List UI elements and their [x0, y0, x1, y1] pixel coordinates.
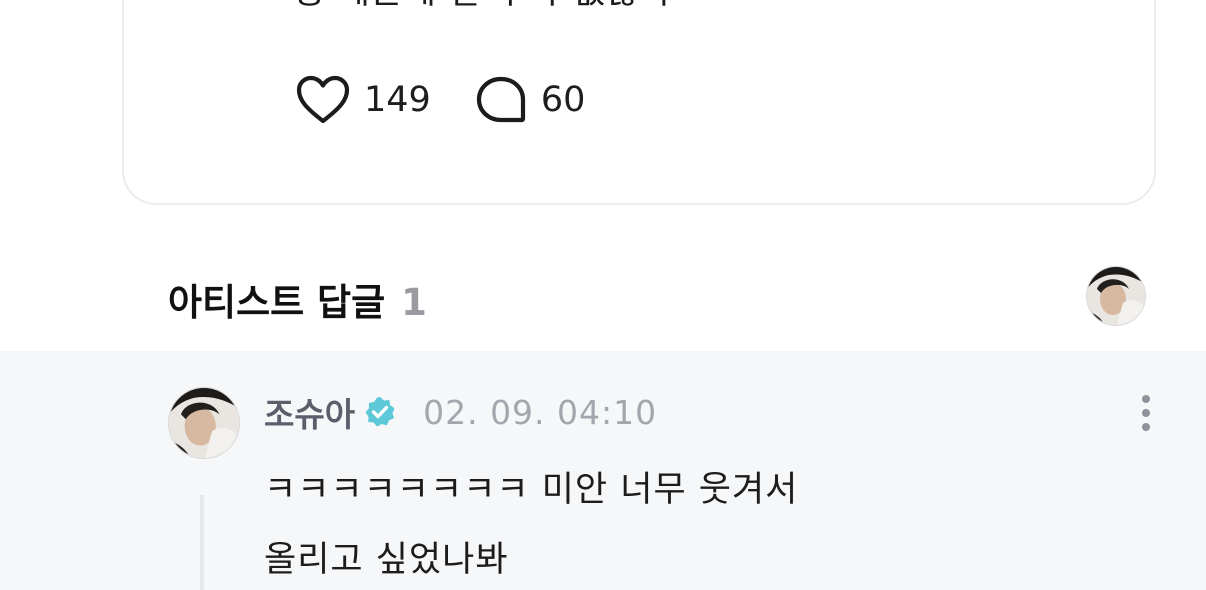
speech-bubble-icon	[476, 76, 525, 123]
post-text: 형 때문에 잘 수가 없잖아 ㅋㅋㅋㅋㅋ	[292, 0, 851, 18]
more-dot	[1142, 409, 1150, 417]
artist-replies-header: 아티스트 답글 1	[168, 272, 427, 326]
thread-line	[200, 495, 204, 590]
reply-author-avatar[interactable]	[168, 387, 240, 459]
reply-timestamp: 02. 09. 04:10	[423, 392, 658, 432]
artist-replies-count: 1	[401, 281, 427, 324]
like-button[interactable]: 149	[296, 75, 431, 125]
verified-badge-icon	[365, 397, 395, 427]
post-actions: 149 60	[296, 72, 585, 128]
artist-reply-screen: 형 때문에 잘 수가 없잖아 ㅋㅋㅋㅋㅋ 149 60 아티스트 답글 1	[0, 0, 1206, 590]
reply-avatar-image	[169, 388, 239, 458]
like-count: 149	[364, 80, 431, 120]
comment-count: 60	[540, 80, 586, 120]
reply-text-line-1: ㅋㅋㅋㅋㅋㅋㅋㅋ 미안 너무 웃겨서	[264, 470, 799, 510]
artist-avatar-small[interactable]	[1086, 266, 1146, 326]
reply-meta: 조슈아 02. 09. 04:10	[264, 389, 657, 435]
more-options-button[interactable]	[1132, 391, 1160, 435]
heart-icon	[296, 75, 350, 124]
artist-reply: 조슈아 02. 09. 04:10 ㅋㅋㅋㅋㅋㅋㅋㅋ 미안 너무 웃겨서 올리고…	[0, 351, 1206, 590]
more-dot	[1142, 395, 1150, 403]
reply-author-name[interactable]: 조슈아	[264, 388, 355, 436]
artist-replies-title: 아티스트 답글	[168, 281, 386, 324]
reply-text: ㅋㅋㅋㅋㅋㅋㅋㅋ 미안 너무 웃겨서 올리고 싶었나봐	[264, 455, 798, 590]
artist-avatar-image	[1087, 267, 1145, 325]
reply-text-line-2: 올리고 싶었나봐	[264, 540, 509, 580]
more-dot	[1142, 423, 1150, 431]
post-card: 형 때문에 잘 수가 없잖아 ㅋㅋㅋㅋㅋ 149 60	[122, 0, 1156, 205]
comment-button[interactable]: 60	[475, 75, 586, 125]
